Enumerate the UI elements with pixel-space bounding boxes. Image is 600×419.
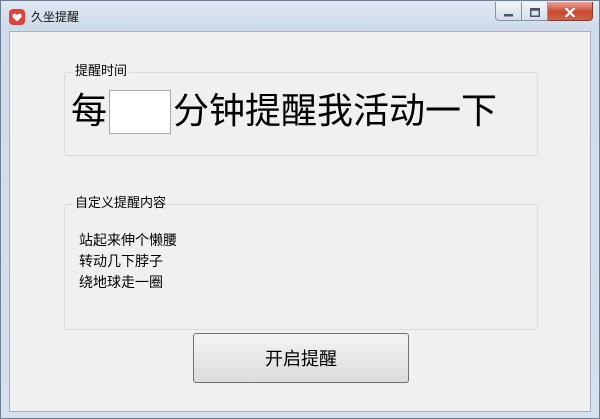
- close-button[interactable]: [548, 2, 593, 21]
- interval-suffix: 分钟提醒我活动一下: [173, 91, 498, 132]
- reminder-time-legend: 提醒时间: [73, 64, 130, 80]
- content-line: 站起来伸个懒腰: [79, 233, 177, 249]
- heart-icon: [9, 9, 25, 25]
- reminder-time-group: 提醒时间 每 分钟提醒我活动一下: [64, 64, 538, 156]
- minutes-input[interactable]: [109, 90, 172, 134]
- reminder-time-row: 每 分钟提醒我活动一下: [71, 87, 497, 137]
- content-line: 转动几下脖子: [79, 254, 163, 270]
- app-window: 久坐提醒 提醒时间 每 分钟提醒我活动一下 自定义提醒内容 站起来伸个懒腰 转动…: [0, 0, 600, 419]
- minimize-icon: [504, 2, 513, 21]
- maximize-button[interactable]: [522, 2, 548, 21]
- minimize-button[interactable]: [495, 2, 522, 21]
- start-reminder-button[interactable]: 开启提醒: [193, 333, 409, 383]
- title-bar[interactable]: 久坐提醒: [1, 1, 599, 31]
- caption-buttons: [495, 2, 593, 21]
- interval-prefix: 每: [71, 91, 108, 132]
- custom-content-text[interactable]: 站起来伸个懒腰 转动几下脖子 绕地球走一圈: [79, 231, 519, 294]
- maximize-icon: [529, 2, 540, 21]
- client-area: 提醒时间 每 分钟提醒我活动一下 自定义提醒内容 站起来伸个懒腰 转动几下脖子 …: [9, 31, 591, 412]
- custom-content-group: 自定义提醒内容 站起来伸个懒腰 转动几下脖子 绕地球走一圈: [64, 196, 538, 330]
- content-line: 绕地球走一圈: [79, 275, 163, 291]
- custom-content-legend: 自定义提醒内容: [73, 196, 169, 212]
- close-icon: [564, 2, 576, 21]
- window-title: 久坐提醒: [31, 10, 80, 24]
